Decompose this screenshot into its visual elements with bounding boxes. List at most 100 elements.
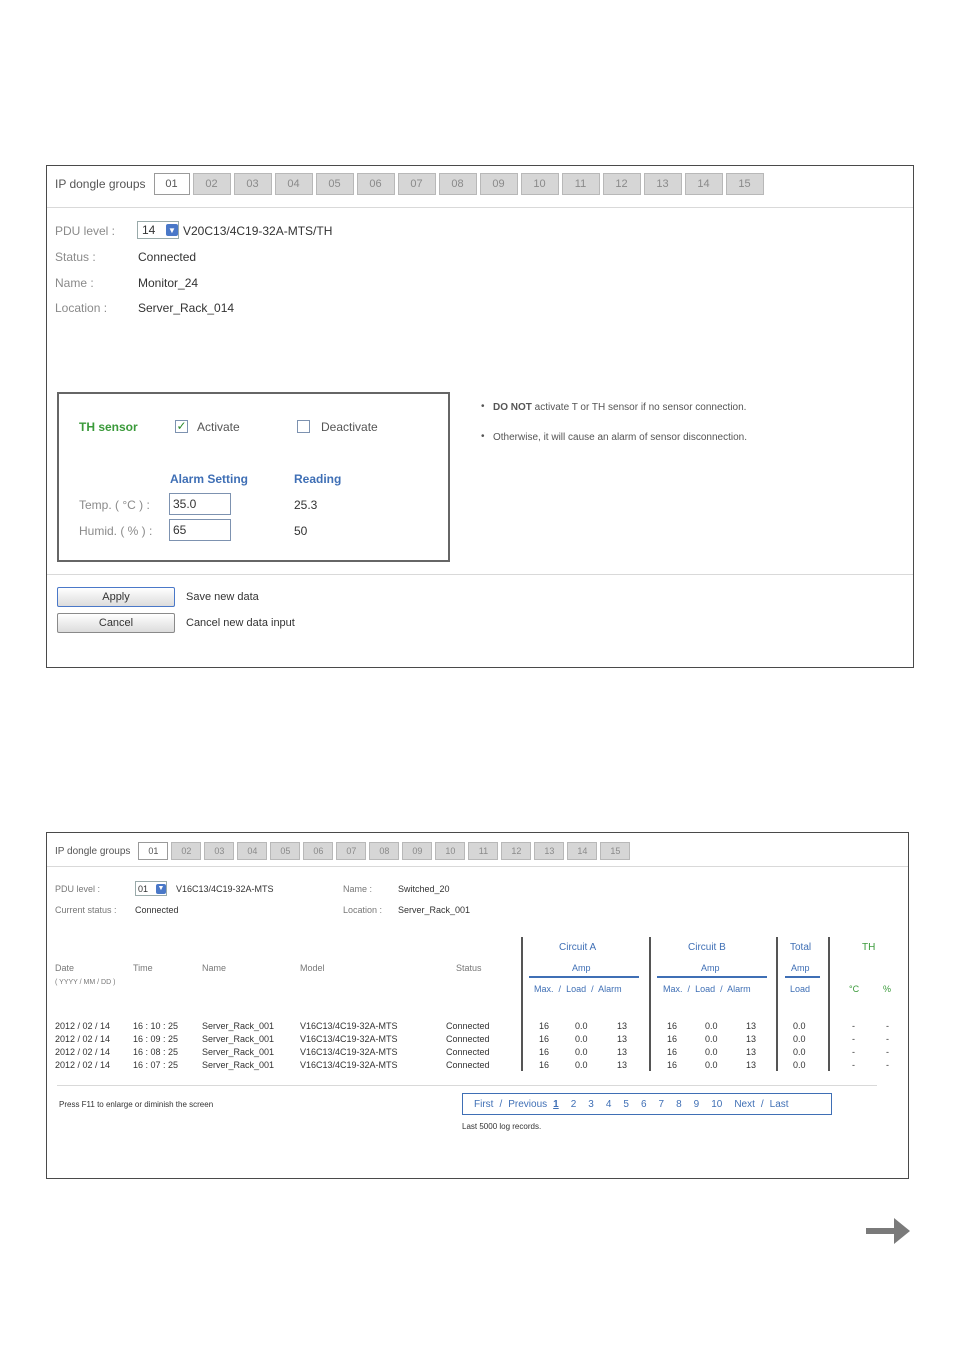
pager-page-8[interactable]: 8 <box>676 1099 682 1110</box>
cancel-button[interactable]: Cancel <box>57 613 175 633</box>
temp-alarm-input[interactable] <box>169 493 231 515</box>
cell-model: V16C13/4C19-32A-MTS <box>300 1034 398 1044</box>
pager-last[interactable]: Last <box>770 1099 789 1110</box>
group-tab-02[interactable]: 02 <box>171 842 202 860</box>
circuit-a-underline <box>529 976 639 978</box>
humid-reading: 50 <box>294 524 308 538</box>
circuit-b-subheaders: Max. / Load / Alarm <box>663 984 751 994</box>
apply-button[interactable]: Apply <box>57 587 175 607</box>
pager-page-2[interactable]: 2 <box>571 1099 577 1110</box>
group-tab-04[interactable]: 04 <box>274 173 313 195</box>
pdu-level-select[interactable]: 01 ▼ <box>135 881 167 896</box>
group-tab-06[interactable]: 06 <box>303 842 334 860</box>
group-tab-13[interactable]: 13 <box>643 173 682 195</box>
group-tab-08[interactable]: 08 <box>438 173 477 195</box>
group-tab-04[interactable]: 04 <box>237 842 268 860</box>
pdu-level-value: 14 <box>142 223 156 237</box>
pager-page-5[interactable]: 5 <box>623 1099 629 1110</box>
current-status-label: Current status : <box>55 905 117 915</box>
pdu-level-select[interactable]: 14 ▼ <box>137 221 179 239</box>
cell-h: - <box>886 1021 889 1031</box>
pager-page-9[interactable]: 9 <box>694 1099 700 1110</box>
column-separator <box>649 937 651 1071</box>
group-tab-03[interactable]: 03 <box>233 173 272 195</box>
group-tab-12[interactable]: 12 <box>602 173 641 195</box>
col-status: Status <box>456 963 482 973</box>
group-tab-01[interactable]: 01 <box>138 842 169 860</box>
group-tab-05[interactable]: 05 <box>270 842 301 860</box>
arrow-right-icon[interactable] <box>866 1214 910 1248</box>
cell-date: 2012 / 02 / 14 <box>55 1060 111 1070</box>
group-tab-06[interactable]: 06 <box>356 173 395 195</box>
pager-previous[interactable]: Previous <box>508 1099 547 1110</box>
cell-status: Connected <box>446 1034 490 1044</box>
group-tab-09[interactable]: 09 <box>402 842 433 860</box>
apply-note: Save new data <box>186 591 259 603</box>
cell-name: Server_Rack_001 <box>202 1047 275 1057</box>
cancel-note: Cancel new data input <box>186 617 295 629</box>
pager-page-10[interactable]: 10 <box>711 1099 722 1110</box>
group-tab-14[interactable]: 14 <box>567 842 598 860</box>
col-name: Name <box>202 963 227 973</box>
group-tab-14[interactable]: 14 <box>684 173 723 195</box>
total-load-header: Load <box>790 984 811 994</box>
pager-next[interactable]: Next <box>734 1099 755 1110</box>
circuit-a-header: Circuit A <box>559 942 597 953</box>
check-icon: ✓ <box>176 419 187 433</box>
divider <box>47 574 913 575</box>
log-records-panel: IP dongle groups 01 02 03 04 05 06 07 08 09 10 11 1… <box>46 832 909 1179</box>
cell-model: V16C13/4C19-32A-MTS <box>300 1021 398 1031</box>
pager-page-7[interactable]: 7 <box>659 1099 665 1110</box>
cell-a-alarm: 13 <box>617 1060 628 1070</box>
pager-first[interactable]: First <box>474 1099 493 1110</box>
group-tab-03[interactable]: 03 <box>204 842 235 860</box>
group-tab-15[interactable]: 15 <box>600 842 631 860</box>
name-label: Name : <box>55 276 94 290</box>
pager-pages: 1 2 3 4 5 6 7 8 9 10 <box>553 1099 734 1110</box>
group-tab-07[interactable]: 07 <box>336 842 367 860</box>
pager-page-1[interactable]: 1 <box>553 1099 559 1110</box>
circuit-b-underline <box>657 976 767 978</box>
cell-status: Connected <box>446 1060 490 1070</box>
cell-b-alarm: 13 <box>746 1034 757 1044</box>
cell-b-load: 0.0 <box>705 1060 718 1070</box>
temp-reading: 25.3 <box>294 498 318 512</box>
name-value: Monitor_24 <box>138 276 199 290</box>
ip-dongle-groups-label: IP dongle groups <box>55 177 146 191</box>
cell-h: - <box>886 1034 889 1044</box>
cell-a-alarm: 13 <box>617 1047 628 1057</box>
group-tab-11[interactable]: 11 <box>468 842 499 860</box>
group-tabs: 01 02 03 04 05 06 07 08 09 10 11 12 13 14 15 <box>153 173 767 195</box>
deactivate-checkbox[interactable] <box>297 420 310 433</box>
pager-slash: / <box>499 1098 503 1110</box>
group-tab-12[interactable]: 12 <box>501 842 532 860</box>
group-tab-10[interactable]: 10 <box>435 842 466 860</box>
circuit-b-amp: Amp <box>701 963 720 973</box>
note-bold: DO NOT <box>493 402 532 413</box>
group-tab-10[interactable]: 10 <box>520 173 559 195</box>
cell-a-max: 16 <box>539 1021 550 1031</box>
th-sensor-title: TH sensor <box>79 420 138 434</box>
group-tab-11[interactable]: 11 <box>561 173 600 195</box>
pager-page-4[interactable]: 4 <box>606 1099 612 1110</box>
group-tab-07[interactable]: 07 <box>397 173 436 195</box>
group-tab-01[interactable]: 01 <box>153 173 190 195</box>
pager-page-3[interactable]: 3 <box>588 1099 594 1110</box>
group-tab-05[interactable]: 05 <box>315 173 354 195</box>
ip-dongle-groups-bar: IP dongle groups 01 02 03 04 05 06 07 08 09 10 11 1… <box>55 173 767 195</box>
group-tab-08[interactable]: 08 <box>369 842 400 860</box>
group-tab-15[interactable]: 15 <box>725 173 764 195</box>
group-tab-13[interactable]: 13 <box>534 842 565 860</box>
group-tab-09[interactable]: 09 <box>479 173 518 195</box>
pager-page-6[interactable]: 6 <box>641 1099 647 1110</box>
group-tab-02[interactable]: 02 <box>192 173 231 195</box>
activate-checkbox[interactable]: ✓ <box>175 420 188 433</box>
divider <box>47 866 908 867</box>
pdu-level-label: PDU level : <box>55 224 116 238</box>
ip-dongle-groups-label: IP dongle groups <box>55 845 131 857</box>
cell-total: 0.0 <box>793 1047 806 1057</box>
percent-header: % <box>883 984 892 994</box>
humid-alarm-input[interactable] <box>169 519 231 541</box>
th-sensor-box: TH sensor ✓ Activate Deactivate Alarm Se… <box>57 392 450 562</box>
cell-a-max: 16 <box>539 1047 550 1057</box>
